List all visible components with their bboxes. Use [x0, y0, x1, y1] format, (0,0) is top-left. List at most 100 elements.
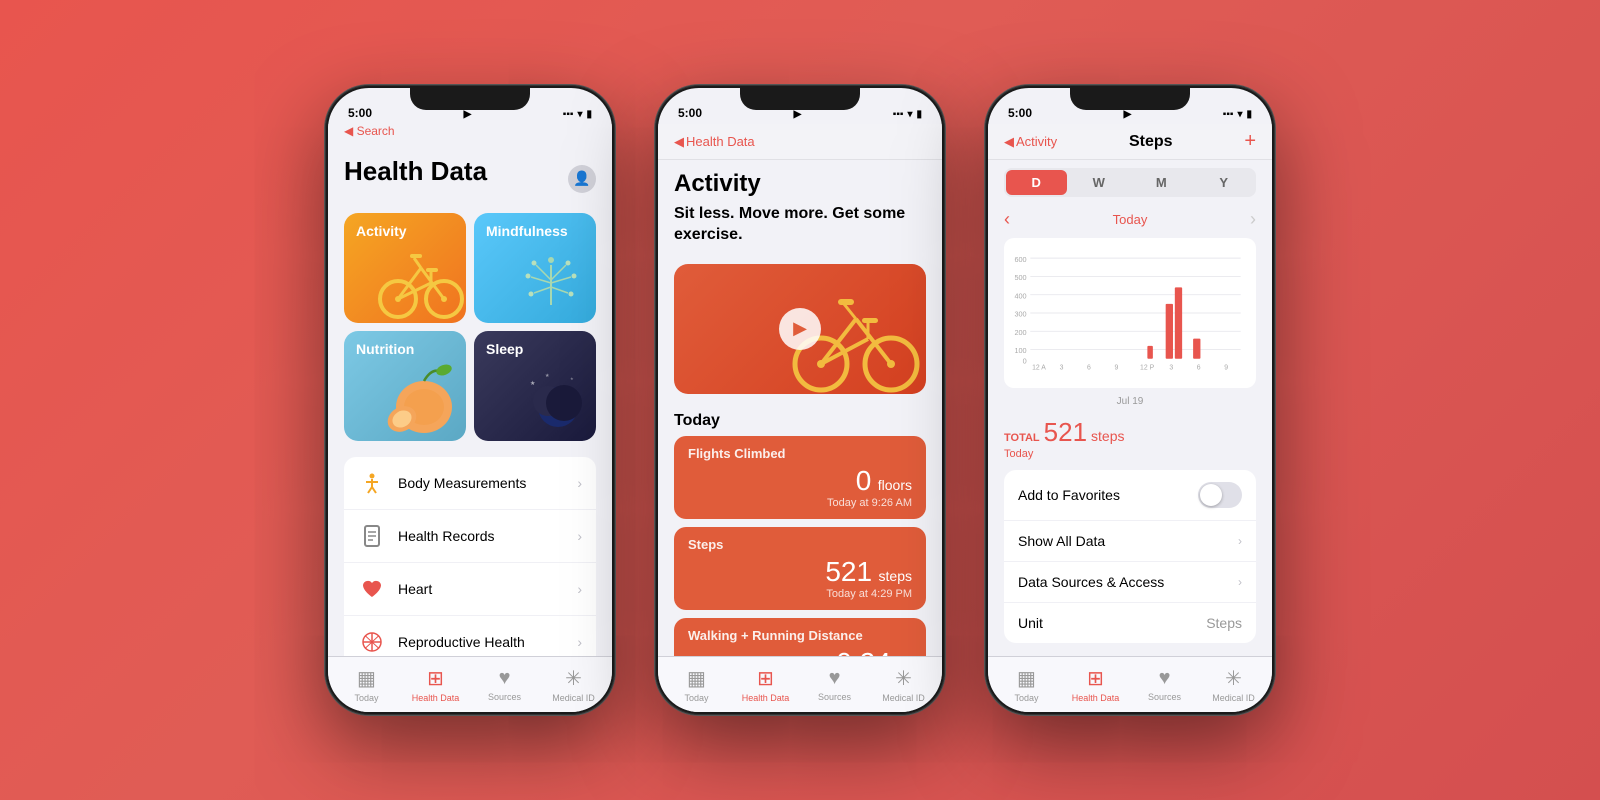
tab-today-label-1: Today: [354, 693, 378, 703]
tab-health-icon-1: ⊞: [427, 666, 444, 691]
tab-today-label-3: Today: [1014, 693, 1038, 703]
total-unit: steps: [1091, 428, 1124, 444]
list-item-body[interactable]: Body Measurements ›: [344, 457, 596, 510]
category-grid: Activity: [344, 213, 596, 441]
tab-health-label-1: Health Data: [412, 693, 460, 703]
tab-health-icon-2: ⊞: [757, 666, 774, 691]
tab-today-2[interactable]: ▦ Today: [662, 666, 731, 703]
seg-day[interactable]: D: [1006, 170, 1067, 195]
tab-today-icon-3: ▦: [1017, 666, 1036, 691]
activity-header: Activity Sit less. Move more. Get some e…: [658, 160, 942, 264]
data-sources-right: ›: [1238, 575, 1242, 589]
svg-text:★: ★: [530, 380, 535, 387]
category-mindfulness[interactable]: Mindfulness: [474, 213, 596, 323]
date-back-arrow[interactable]: ‹: [1004, 209, 1010, 230]
tab-medical-2[interactable]: ✳ Medical ID: [869, 666, 938, 703]
activity-desc: Sit less. Move more. Get some exercise.: [674, 204, 926, 246]
play-button[interactable]: ▶: [779, 308, 821, 350]
total-label: TOTAL: [1004, 432, 1040, 444]
seg-month[interactable]: M: [1131, 170, 1192, 195]
nav-title-3: Steps: [1129, 133, 1173, 151]
video-card[interactable]: ▶: [674, 264, 926, 394]
tab-sources-label-3: Sources: [1148, 692, 1181, 702]
bike-icon: [376, 243, 466, 323]
notch-3: [1070, 88, 1190, 110]
svg-text:500: 500: [1014, 273, 1026, 282]
tab-today-1[interactable]: ▦ Today: [332, 666, 401, 703]
steps-title: Steps: [688, 537, 912, 552]
flights-card[interactable]: Flights Climbed 0 floors Today at 9:26 A…: [674, 436, 926, 519]
health-list: Body Measurements › Health Records › Hea…: [344, 457, 596, 656]
distance-card[interactable]: Walking + Running Distance 0.24 mi Today…: [674, 618, 926, 656]
flights-unit: floors: [878, 477, 912, 493]
body-icon: [358, 469, 386, 497]
signal-icon: ▪▪▪: [563, 109, 574, 120]
tab-medical-1[interactable]: ✳ Medical ID: [539, 666, 608, 703]
data-sources-row[interactable]: Data Sources & Access ›: [1004, 562, 1256, 603]
list-item-repro[interactable]: Reproductive Health ›: [344, 616, 596, 656]
data-sources-label: Data Sources & Access: [1018, 574, 1164, 590]
today-section-label: Today: [658, 408, 942, 436]
svg-text:0: 0: [1023, 356, 1027, 365]
tab-bar-1: ▦ Today ⊞ Health Data ♥ Sources ✳ Medica…: [328, 656, 612, 712]
tab-today-label-2: Today: [684, 693, 708, 703]
list-item-records[interactable]: Health Records ›: [344, 510, 596, 563]
location-icon-2: ▶: [794, 109, 802, 120]
wifi-icon-2: ▾: [907, 109, 912, 120]
time-1: 5:00: [348, 106, 372, 120]
unit-row[interactable]: Unit Steps: [1004, 603, 1256, 643]
steps-content: D W M Y ‹ Today ›: [988, 160, 1272, 656]
svg-text:12 P: 12 P: [1140, 365, 1155, 372]
category-nutrition[interactable]: Nutrition: [344, 331, 466, 441]
date-nav: ‹ Today ›: [988, 205, 1272, 234]
tab-sources-2[interactable]: ♥ Sources: [800, 667, 869, 702]
chart-svg: 600 500 400 300 200 100 0 12 A 3 6 9 12 …: [1012, 246, 1248, 380]
segment-control: D W M Y: [1004, 168, 1256, 197]
favorites-toggle[interactable]: [1198, 482, 1242, 508]
tab-sources-label-2: Sources: [818, 692, 851, 702]
nutrition-label: Nutrition: [356, 341, 414, 357]
svg-text:9: 9: [1114, 365, 1118, 372]
tab-medical-3[interactable]: ✳ Medical ID: [1199, 666, 1268, 703]
notch-2: [740, 88, 860, 110]
svg-text:3: 3: [1060, 365, 1064, 372]
steps-card[interactable]: Steps 521 steps Today at 4:29 PM: [674, 527, 926, 610]
list-item-heart[interactable]: Heart ›: [344, 563, 596, 616]
tab-health-2[interactable]: ⊞ Health Data: [731, 666, 800, 703]
nav-bar-3: ◀ Activity Steps +: [988, 124, 1272, 160]
health-data-title: Health Data: [344, 156, 487, 187]
sleep-icon: ★ ★ ★: [520, 365, 590, 435]
add-btn-3[interactable]: +: [1244, 130, 1256, 153]
add-favorites-row[interactable]: Add to Favorites: [1004, 470, 1256, 521]
flights-value: 0: [856, 465, 872, 496]
tab-medical-label-2: Medical ID: [882, 693, 925, 703]
tab-health-3[interactable]: ⊞ Health Data: [1061, 666, 1130, 703]
add-favorites-label: Add to Favorites: [1018, 487, 1120, 503]
tab-health-label-3: Health Data: [1072, 693, 1120, 703]
steps-sub: Today at 4:29 PM: [825, 588, 912, 600]
category-sleep[interactable]: Sleep ★ ★ ★: [474, 331, 596, 441]
data-sources-chevron: ›: [1238, 575, 1242, 589]
mindfulness-label: Mindfulness: [486, 223, 568, 239]
body-chevron: ›: [577, 475, 582, 491]
location-icon: ▶: [464, 109, 472, 120]
total-section: TOTAL 521 steps Today: [988, 411, 1272, 470]
seg-year[interactable]: Y: [1194, 170, 1255, 195]
activity-content: Activity Sit less. Move more. Get some e…: [658, 160, 942, 656]
back-btn-2[interactable]: ◀ Health Data: [674, 134, 755, 150]
total-sub: Today: [1004, 448, 1256, 460]
tab-sources-1[interactable]: ♥ Sources: [470, 667, 539, 702]
battery-icon-2: ▮: [916, 109, 922, 120]
date-forward-arrow[interactable]: ›: [1250, 209, 1256, 230]
tab-health-icon-3: ⊞: [1087, 666, 1104, 691]
show-all-row[interactable]: Show All Data ›: [1004, 521, 1256, 562]
profile-icon[interactable]: 👤: [568, 165, 596, 193]
seg-week[interactable]: W: [1069, 170, 1130, 195]
back-btn-3[interactable]: ◀ Activity: [1004, 134, 1057, 150]
tab-today-3[interactable]: ▦ Today: [992, 666, 1061, 703]
tab-sources-3[interactable]: ♥ Sources: [1130, 667, 1199, 702]
category-activity[interactable]: Activity: [344, 213, 466, 323]
back-arrow-1[interactable]: ◀ Search: [344, 124, 395, 138]
svg-text:3: 3: [1169, 365, 1173, 372]
tab-health-1[interactable]: ⊞ Health Data: [401, 666, 470, 703]
